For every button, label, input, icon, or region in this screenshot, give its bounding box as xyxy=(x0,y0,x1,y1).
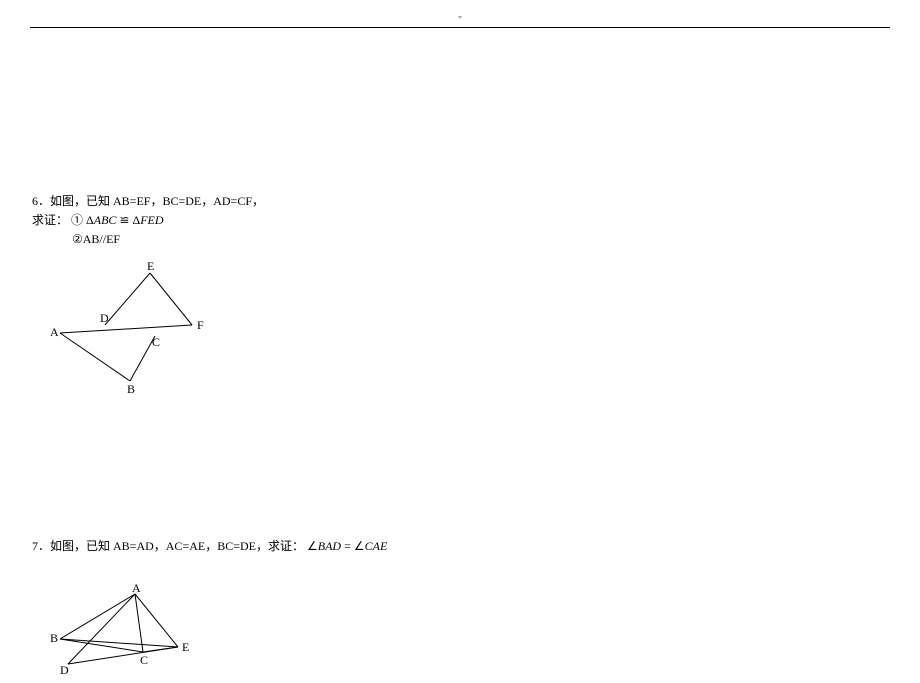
line-AD xyxy=(68,594,135,664)
problem-6-intro: ．如图，已知 AB=EF，BC=DE，AD=CF， xyxy=(38,194,264,208)
line-BC xyxy=(60,639,143,652)
delta-icon: Δ xyxy=(86,213,94,227)
line-EF xyxy=(150,273,192,325)
problem-7-figure: A B E C D xyxy=(50,584,888,683)
prove-label: 求证： xyxy=(32,213,68,227)
label-C: C xyxy=(140,653,148,667)
problem-7: 7．如图，已知 AB=AD，AC=AE，BC=DE，求证： ∠BAD = ∠CA… xyxy=(32,537,888,683)
angle1: BAD xyxy=(318,539,341,553)
claim1-circle: ① xyxy=(71,213,83,227)
label-D: D xyxy=(100,311,109,325)
claim2-circle: ② xyxy=(72,232,83,246)
angle-icon: ∠ xyxy=(307,539,318,553)
claim2-text: AB//EF xyxy=(83,232,120,246)
line-DE xyxy=(105,273,150,325)
problem-7-intro: ．如图，已知 AB=AD，AC=AE，BC=DE，求证： xyxy=(38,539,304,553)
label-E: E xyxy=(147,259,154,273)
angle-icon: ∠ xyxy=(354,539,365,553)
line-AB xyxy=(60,333,130,381)
claim1-tri2: FED xyxy=(140,213,163,227)
label-B: B xyxy=(127,382,135,393)
header-rule xyxy=(30,27,890,28)
page-content: 6．如图，已知 AB=EF，BC=DE，AD=CF， 求证： ① ΔABC ≌ … xyxy=(32,192,888,683)
label-A: A xyxy=(50,325,59,339)
problem-6-prove-line-1: 求证： ① ΔABC ≌ ΔFED xyxy=(32,211,888,230)
line-AF xyxy=(60,325,192,333)
label-E: E xyxy=(182,640,189,654)
label-A: A xyxy=(132,584,141,595)
problem-7-given: 7．如图，已知 AB=AD，AC=AE，BC=DE，求证： ∠BAD = ∠CA… xyxy=(32,537,888,556)
claim1-tri1: ABC xyxy=(94,213,117,227)
label-D: D xyxy=(60,663,69,677)
line-AB xyxy=(60,594,135,639)
congruent-symbol: ≌ xyxy=(119,213,129,227)
line-BE xyxy=(60,639,178,647)
label-B: B xyxy=(50,631,58,645)
problem-6-figure: A D C F E B xyxy=(50,258,888,397)
label-C: C xyxy=(152,335,160,349)
problem-6-prove-line-2: ②AB//EF xyxy=(32,230,888,249)
angle2: CAE xyxy=(365,539,388,553)
problem-6-given: 6．如图，已知 AB=EF，BC=DE，AD=CF， xyxy=(32,192,888,211)
header-mark: " xyxy=(458,15,462,26)
equals-sign: = xyxy=(341,539,354,553)
label-F: F xyxy=(197,318,204,332)
line-DE xyxy=(68,647,178,664)
problem-6: 6．如图，已知 AB=EF，BC=DE，AD=CF， 求证： ① ΔABC ≌ … xyxy=(32,192,888,397)
